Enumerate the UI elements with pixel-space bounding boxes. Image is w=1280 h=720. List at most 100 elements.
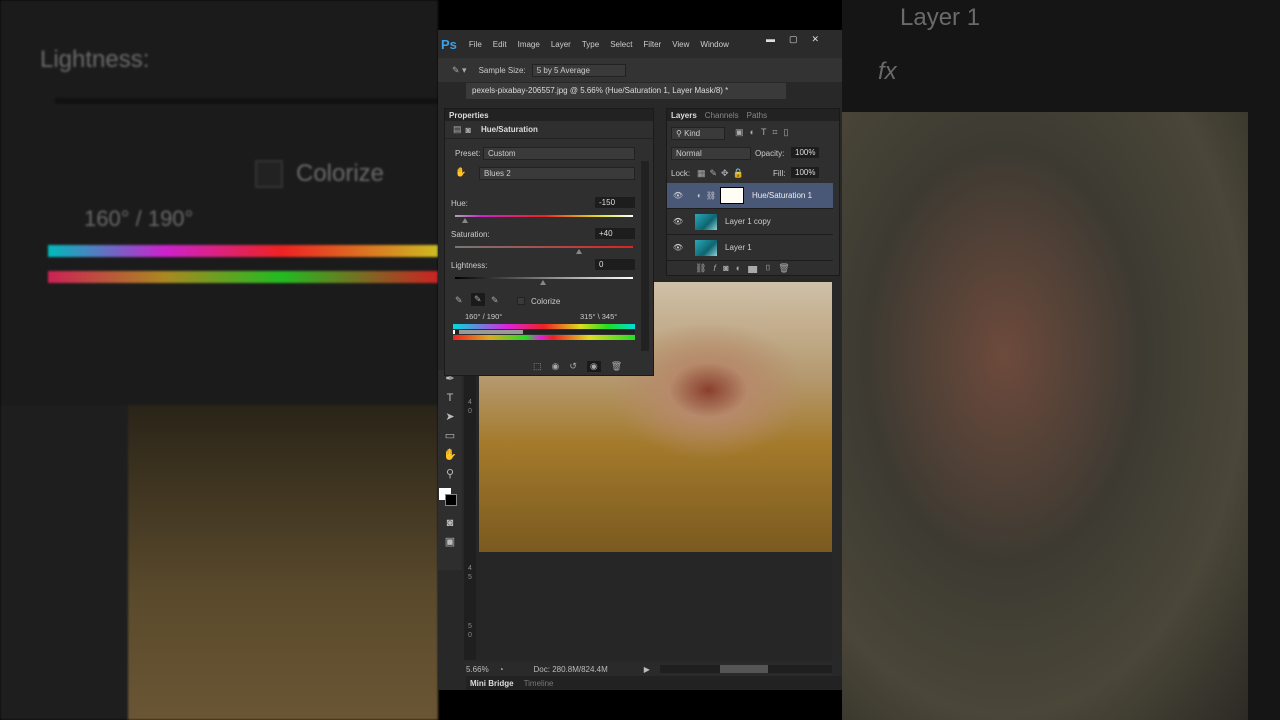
backdrop-colorize: Colorize — [296, 160, 385, 187]
filter-kind-select[interactable]: ⚲ Kind — [671, 127, 725, 140]
tab-timeline[interactable]: Timeline — [524, 679, 554, 688]
eyedropper-tool-icon[interactable]: ✎ ▾ — [452, 65, 467, 76]
eyedropper-subtract-icon[interactable]: ✎ — [491, 295, 499, 306]
minimize-button[interactable]: ▬ — [766, 34, 775, 45]
eye-icon[interactable]: 👁 — [667, 217, 689, 226]
sample-size-select[interactable]: 5 by 5 Average — [531, 63, 626, 77]
layer-row[interactable]: 👁 Layer 1 copy — [667, 209, 833, 235]
color-swatches[interactable] — [438, 484, 462, 514]
hue-input[interactable]: -150 — [595, 197, 635, 208]
adjustment-icon[interactable]: ▤ — [453, 124, 462, 135]
menu-view[interactable]: View — [672, 40, 689, 49]
menu-type[interactable]: Type — [582, 40, 599, 49]
opacity-input[interactable]: 100% — [791, 147, 819, 158]
targeted-adjustment-hand-icon[interactable]: ✋ — [455, 167, 466, 178]
saturation-label: Saturation: — [451, 230, 490, 239]
fill-label: Fill: — [773, 169, 786, 178]
saturation-slider-thumb[interactable] — [576, 249, 582, 254]
filter-icons[interactable]: ▣◐T⌗▯ — [735, 127, 794, 138]
status-menu-arrow[interactable]: ▶ — [644, 665, 650, 674]
layer-mask-thumbnail[interactable] — [720, 187, 744, 204]
maximize-button[interactable]: ▢ — [789, 34, 798, 45]
lightness-slider[interactable] — [455, 277, 633, 279]
horizontal-scrollbar[interactable] — [659, 665, 832, 673]
layer-name[interactable]: Layer 1 copy — [725, 217, 771, 226]
menu-file[interactable]: File — [469, 40, 482, 49]
menu-select[interactable]: Select — [610, 40, 632, 49]
layers-footer-icons[interactable]: ⛓𝑓◙◐▆▯🗑 — [695, 263, 797, 274]
fill-input[interactable]: 100% — [791, 167, 819, 178]
layer-row[interactable]: 👁 ◐ ⛓ Hue/Saturation 1 — [667, 183, 833, 209]
zoom-level[interactable]: 5.66% — [466, 665, 489, 674]
adjustment-layer-icon: ◐ — [697, 191, 702, 200]
path-select-tool-icon[interactable]: ➤ — [438, 408, 462, 427]
eyedropper-add-icon[interactable]: ✎ — [471, 293, 485, 306]
colorize-checkbox[interactable] — [517, 297, 525, 305]
backdrop-range: 160° / 190° — [84, 206, 194, 231]
mask-icon[interactable]: ◙ — [466, 125, 471, 135]
type-tool-icon[interactable]: T — [438, 389, 462, 408]
backdrop-layer: Layer 1 — [900, 4, 981, 31]
properties-scrollbar[interactable] — [641, 161, 649, 351]
photoshop-window: Ps File Edit Image Layer Type Select Fil… — [438, 30, 842, 690]
layer-name[interactable]: Layer 1 — [725, 243, 752, 252]
range-right: 315° \ 345° — [580, 312, 618, 321]
menu-edit[interactable]: Edit — [493, 40, 507, 49]
document-tab[interactable]: pexels-pixabay-206557.jpg @ 5.66% (Hue/S… — [466, 83, 786, 99]
reset-icon[interactable]: ↺ — [569, 361, 577, 372]
saturation-slider[interactable] — [455, 246, 633, 248]
clip-to-layer-icon[interactable]: ⬚ — [533, 361, 542, 372]
menu-image[interactable]: Image — [518, 40, 540, 49]
close-button[interactable]: ✕ — [812, 34, 820, 45]
hand-tool-icon[interactable]: ✋ — [438, 446, 462, 465]
hue-slider-thumb[interactable] — [462, 218, 468, 223]
lock-icons[interactable]: ▦✎✥🔒 — [697, 168, 748, 179]
colorize-label: Colorize — [531, 297, 561, 306]
preset-label: Preset: — [455, 149, 481, 158]
preset-select[interactable]: Custom — [483, 147, 635, 160]
adjustment-title: Hue/Saturation — [480, 125, 538, 134]
properties-tab[interactable]: Properties — [445, 109, 653, 121]
properties-panel: Properties ▤ ◙ Hue/Saturation Preset: Cus… — [444, 108, 654, 376]
hue-label: Hue: — [451, 199, 468, 208]
delete-icon[interactable]: 🗑 — [611, 361, 622, 372]
menu-filter[interactable]: Filter — [643, 40, 661, 49]
quick-mask-icon[interactable]: ◙ — [438, 514, 462, 533]
eye-icon[interactable]: 👁 — [667, 243, 689, 252]
lightness-input[interactable]: 0 — [595, 259, 635, 270]
visibility-icon[interactable]: ◉ — [586, 361, 601, 372]
layer-row[interactable]: 👁 Layer 1 — [667, 235, 833, 261]
zoom-tool-icon[interactable]: ⚲ — [438, 465, 462, 484]
menu-window[interactable]: Window — [700, 40, 728, 49]
tab-channels[interactable]: Channels — [705, 111, 739, 120]
tab-layers[interactable]: Layers — [671, 111, 697, 120]
status-clock-icon: ◔ — [498, 664, 504, 674]
blend-mode-select[interactable]: Normal — [671, 147, 751, 160]
opacity-label: Opacity: — [755, 149, 785, 158]
blurred-backdrop-left: Lightness: Colorize 160° / 190° — [0, 0, 438, 720]
tab-paths[interactable]: Paths — [747, 111, 767, 120]
backdrop-fx: fx — [878, 58, 897, 85]
channel-select[interactable]: Blues 2 — [479, 167, 635, 180]
saturation-input[interactable]: +40 — [595, 228, 635, 239]
backdrop-lightness: Lightness: — [40, 46, 150, 73]
range-left: 160° / 190° — [465, 312, 503, 321]
layers-panel: Layers Channels Paths ⚲ Kind ▣◐T⌗▯ Norma… — [666, 108, 840, 276]
link-icon[interactable]: ⛓ — [706, 191, 716, 200]
menu-layer[interactable]: Layer — [551, 40, 571, 49]
eyedropper-icon[interactable]: ✎ — [455, 295, 463, 306]
lightness-label: Lightness: — [451, 261, 488, 270]
hue-slider[interactable] — [455, 215, 633, 217]
view-previous-icon[interactable]: ◉ — [552, 361, 560, 372]
layer-name[interactable]: Hue/Saturation 1 — [752, 191, 812, 200]
tab-mini-bridge[interactable]: Mini Bridge — [470, 679, 514, 688]
eye-icon[interactable]: 👁 — [667, 191, 689, 200]
layer-thumbnail — [695, 239, 717, 256]
lock-label: Lock: — [671, 169, 691, 178]
lightness-slider-thumb[interactable] — [540, 280, 546, 285]
ps-logo: Ps — [441, 36, 457, 52]
screen-mode-icon[interactable]: ▣ — [438, 533, 462, 552]
color-range-slider[interactable] — [453, 330, 635, 334]
layer-thumbnail — [695, 213, 717, 230]
shape-tool-icon[interactable]: ▭ — [438, 427, 462, 446]
